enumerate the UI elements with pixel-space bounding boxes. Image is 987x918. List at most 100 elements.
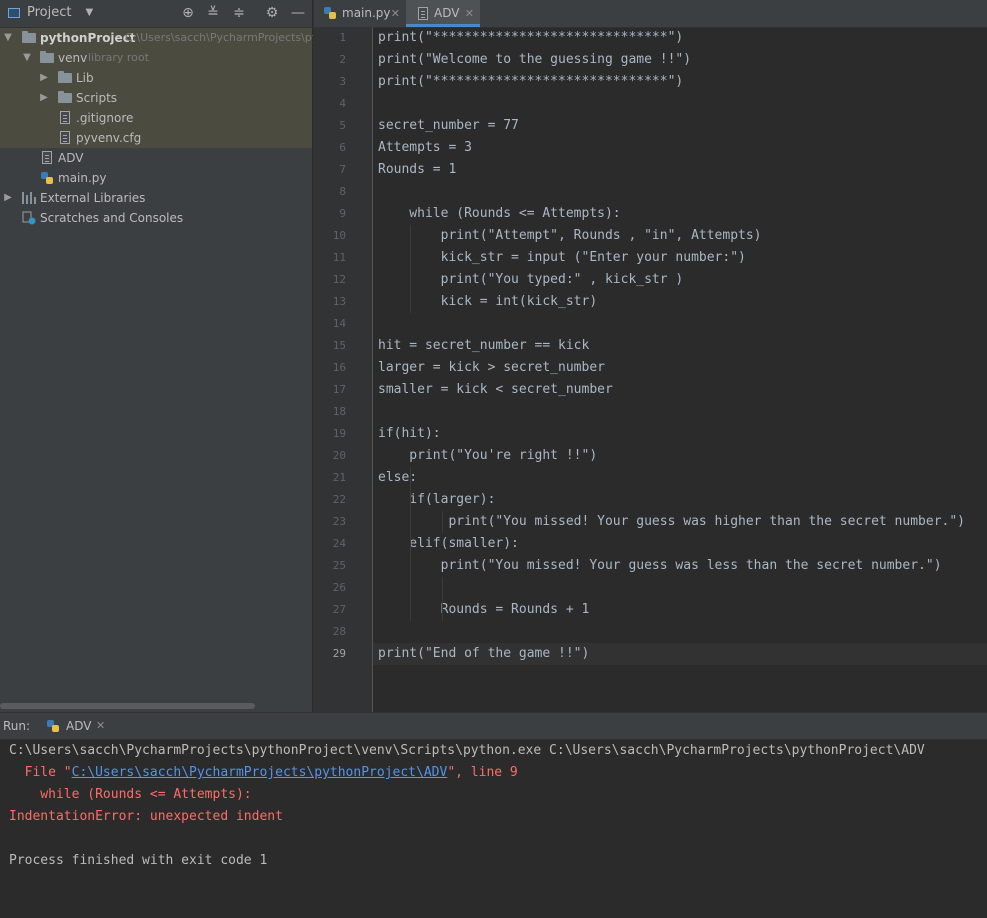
tree-item-pythonproject[interactable]: ▼ pythonProject C:\Users\sacch\PycharmPr… (0, 28, 318, 48)
chevron-right-icon[interactable]: ▶ (3, 188, 13, 208)
line-number: 12 (332, 273, 346, 286)
line-number: 15 (332, 339, 346, 352)
folder-icon (40, 51, 54, 63)
run-tab-adv[interactable]: ADV ✕ (36, 713, 116, 739)
traceback-file-link[interactable]: C:\Users\sacch\PycharmProjects\pythonPro… (72, 765, 448, 780)
line-number: 13 (332, 295, 346, 308)
code-line[interactable]: print("You typed:" , kick_str ) (378, 269, 684, 291)
code-line[interactable]: while (Rounds <= Attempts): (378, 203, 620, 225)
close-icon[interactable]: ✕ (465, 0, 474, 27)
tab-label: ADV (434, 6, 460, 20)
tree-item-main-py[interactable]: main.py (0, 168, 312, 188)
run-header: Run: ADV ✕ (0, 713, 987, 740)
locate-icon[interactable]: ⊕ (180, 5, 196, 21)
file-icon (42, 151, 52, 164)
folder-icon (58, 91, 72, 103)
project-panel: Project ▼ ⊕ ≚ ≑ ⚙ — ▼ pythonProject C:\U… (0, 0, 318, 712)
close-icon[interactable]: ✕ (391, 0, 400, 27)
editor: main.py ✕ ADV ✕ 1 2 3 4 5 6 7 8 9 10 11 12 13 14 15 16 1… (313, 0, 987, 712)
line-number: 19 (332, 427, 346, 440)
tree-item-label: Lib (76, 71, 94, 85)
line-number: 4 (339, 97, 346, 110)
line-number: 24 (332, 537, 346, 550)
scratches-icon (22, 211, 36, 225)
code-line[interactable]: kick_str = input ("Enter your number:") (378, 247, 746, 269)
indent-guide (410, 225, 411, 313)
chevron-down-icon[interactable]: ▼ (3, 28, 13, 48)
tree-item-label: pyvenv.cfg (76, 131, 142, 145)
tree-item-label: main.py (58, 171, 107, 185)
tree-item-label: .gitignore (76, 111, 134, 125)
project-toolbar: Project ▼ ⊕ ≚ ≑ ⚙ — (0, 0, 312, 28)
run-tab-label: ADV (66, 719, 92, 733)
code-line[interactable]: print("******************************") (378, 71, 683, 93)
line-number: 17 (332, 383, 346, 396)
line-number: 18 (332, 405, 346, 418)
code-line[interactable]: print("Welcome to the guessing game !!") (378, 49, 691, 71)
tree-item-venv[interactable]: ▼ venv library root (0, 48, 312, 68)
code-line[interactable]: print("******************************") (378, 27, 683, 49)
code-line[interactable]: print("You missed! Your guess was higher… (378, 511, 965, 533)
folder-icon (58, 71, 72, 83)
code-line[interactable]: print("You missed! Your guess was less t… (378, 555, 942, 577)
code-line[interactable]: Attempts = 3 (378, 137, 472, 159)
line-number: 16 (332, 361, 346, 374)
project-title: Project (27, 5, 72, 20)
tree-item-lib[interactable]: ▶ Lib (0, 68, 312, 88)
tree-item-scratches[interactable]: Scratches and Consoles (0, 208, 312, 228)
line-number: 25 (332, 559, 346, 572)
tree-item-adv[interactable]: ADV (0, 148, 312, 168)
code-line[interactable]: print("You're right !!") (378, 445, 597, 467)
line-number: 29 (332, 647, 346, 660)
close-icon[interactable]: ✕ (96, 719, 105, 732)
file-icon (418, 7, 428, 20)
tree-item-gitignore[interactable]: .gitignore (0, 108, 312, 128)
tree-item-path: C:\Users\sacch\PycharmProjects\py (125, 31, 319, 44)
code-line[interactable]: if(larger): (378, 489, 495, 511)
tree-item-scripts[interactable]: ▶ Scripts (0, 88, 312, 108)
tree-item-label: venv (58, 51, 88, 65)
tree-item-hint: library root (88, 51, 149, 64)
line-number: 2 (339, 53, 346, 66)
code-line[interactable]: smaller = kick < secret_number (378, 379, 613, 401)
line-number: 23 (332, 515, 346, 528)
tree-item-pyvenv-cfg[interactable]: pyvenv.cfg (0, 128, 312, 148)
line-number: 26 (332, 581, 346, 594)
project-view-selector[interactable]: Project ▼ (8, 5, 93, 20)
chevron-down-icon[interactable]: ▼ (22, 48, 32, 68)
file-icon (60, 131, 70, 144)
run-panel: Run: ADV ✕ C:\Users\sacch\PycharmProject… (0, 712, 987, 918)
code-line[interactable]: print("End of the game !!") (378, 643, 589, 665)
code-line[interactable]: hit = secret_number == kick (378, 335, 589, 357)
line-number: 5 (339, 119, 346, 132)
chevron-right-icon[interactable]: ▶ (39, 68, 49, 88)
tree-item-label: External Libraries (40, 191, 146, 205)
code-line[interactable]: secret_number = 77 (378, 115, 519, 137)
line-number: 9 (339, 207, 346, 220)
chevron-right-icon[interactable]: ▶ (39, 88, 49, 108)
code-line[interactable]: elif(smaller): (378, 533, 519, 555)
code-line[interactable]: print("Attempt", Rounds , "in", Attempts… (378, 225, 762, 247)
tab-adv[interactable]: ADV ✕ (406, 0, 480, 27)
tree-item-external-libraries[interactable]: ▶ External Libraries (0, 188, 312, 208)
code-line[interactable]: if(hit): (378, 423, 441, 445)
line-number: 28 (332, 625, 346, 638)
tree-item-label: Scripts (76, 91, 118, 105)
tab-main-py[interactable]: main.py ✕ (314, 0, 406, 27)
code-line[interactable]: larger = kick > secret_number (378, 357, 605, 379)
tree-item-label: ADV (58, 151, 84, 165)
line-number: 8 (339, 185, 346, 198)
line-number: 10 (332, 229, 346, 242)
horizontal-scrollbar[interactable] (0, 703, 255, 709)
libraries-icon (22, 192, 36, 204)
code-line[interactable]: Rounds = 1 (378, 159, 456, 181)
collapse-all-icon[interactable]: ≑ (231, 5, 247, 21)
expand-all-icon[interactable]: ≚ (205, 5, 221, 21)
python-icon (47, 720, 59, 732)
chevron-down-icon[interactable]: ▼ (85, 7, 93, 18)
tree-item-label: Scratches and Consoles (40, 211, 184, 225)
code-line[interactable]: else: (378, 467, 417, 489)
gear-icon[interactable]: ⚙ (264, 5, 280, 21)
minimize-icon[interactable]: — (290, 5, 306, 21)
traceback-prefix: File " (9, 765, 72, 780)
